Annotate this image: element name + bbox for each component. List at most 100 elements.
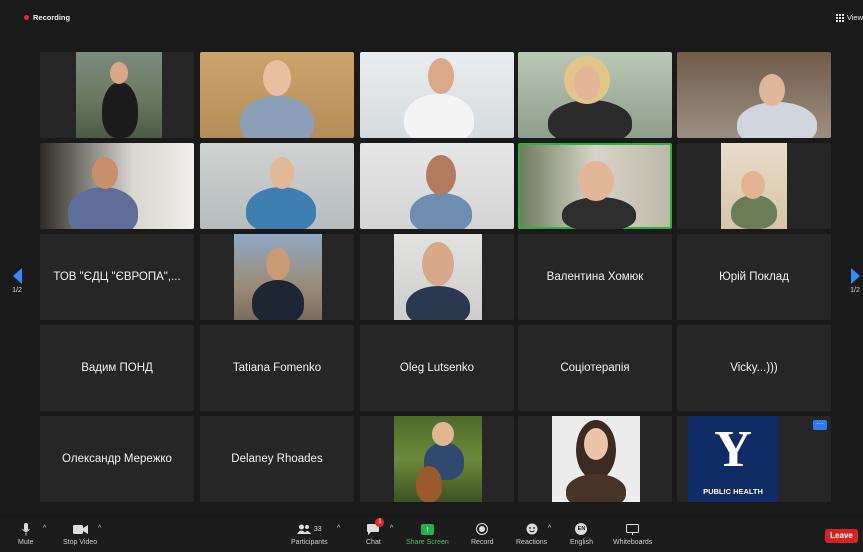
ellipsis-icon[interactable]: ··· [813, 420, 827, 430]
video-tile[interactable] [360, 234, 514, 320]
video-tile[interactable] [360, 416, 514, 502]
record-button[interactable]: Record [471, 522, 494, 546]
video-tile[interactable] [518, 416, 672, 502]
yale-y-letter: Y [714, 421, 752, 478]
english-interpretation-button[interactable]: EN English [570, 522, 593, 546]
grid-view-icon [835, 13, 844, 22]
mute-button[interactable]: Mute [18, 522, 34, 546]
video-tile[interactable] [200, 52, 354, 138]
recording-label: Recording [33, 13, 71, 22]
view-button[interactable]: View [835, 13, 863, 22]
participant-name-tile[interactable]: Oleg Lutsenko [360, 325, 514, 411]
reactions-label: Reactions [516, 539, 548, 546]
stop-video-button[interactable]: Stop Video [63, 522, 97, 546]
participant-name-tile[interactable]: Олександр Мережко [40, 416, 194, 502]
whiteboard-icon [626, 522, 640, 536]
video-tile[interactable]: Y PUBLIC HEALTH ··· [677, 416, 831, 502]
chevron-up-icon[interactable]: ^ [98, 525, 101, 532]
video-tile[interactable] [677, 143, 831, 229]
participant-name-tile[interactable]: Delaney Rhoades [200, 416, 354, 502]
participant-video [200, 143, 354, 229]
chevron-up-icon[interactable]: ^ [43, 525, 46, 532]
participant-name-tile[interactable]: Валентина Хомюк [518, 234, 672, 320]
video-tile-active-speaker[interactable] [518, 143, 672, 229]
video-tile[interactable] [40, 52, 194, 138]
whiteboards-button[interactable]: Whiteboards [613, 522, 652, 546]
video-tile[interactable] [518, 52, 672, 138]
video-tile[interactable] [200, 234, 354, 320]
video-tile[interactable] [677, 52, 831, 138]
language-icon: EN [575, 522, 588, 536]
record-icon [476, 522, 489, 536]
participants-label: Participants [291, 539, 328, 546]
meeting-toolbar: Mute ^ Stop Video ^ 33 Participants ^ 1 … [0, 518, 863, 552]
smiley-icon [526, 522, 538, 536]
previous-page-button[interactable]: 1/2 [6, 254, 28, 308]
page-indicator-right: 1/2 [850, 287, 860, 294]
participant-video [518, 52, 672, 138]
participant-video [520, 145, 670, 229]
yale-caption: PUBLIC HEALTH [703, 487, 763, 496]
chevron-right-icon [850, 268, 860, 284]
chevron-up-icon[interactable]: ^ [337, 525, 340, 532]
participant-video [40, 143, 194, 229]
video-tile[interactable] [360, 52, 514, 138]
participant-photo [394, 416, 482, 502]
share-screen-icon: ↑ [420, 522, 434, 536]
stop-video-label: Stop Video [63, 539, 98, 546]
participant-name-tile[interactable]: ТОВ "ЄДЦ "ЄВРОПА",... [40, 234, 194, 320]
chevron-up-icon[interactable]: ^ [548, 525, 551, 532]
share-screen-button[interactable]: ↑ Share Screen [406, 522, 449, 546]
video-tile[interactable] [40, 143, 194, 229]
participant-photo [394, 234, 482, 320]
whiteboards-label: Whiteboards [613, 539, 653, 546]
leave-button[interactable]: Leave [825, 529, 858, 543]
participant-name: Вадим ПОНД [81, 362, 153, 374]
microphone-icon [21, 522, 30, 536]
recording-indicator[interactable]: Recording [24, 13, 70, 22]
video-tile[interactable] [360, 143, 514, 229]
participants-count: 33 [313, 525, 322, 533]
participant-name: Валентина Хомюк [546, 271, 644, 283]
participant-video [721, 143, 787, 229]
chat-icon: 1 [367, 518, 385, 536]
participant-name: Tatiana Fomenko [232, 362, 322, 374]
participant-name: ТОВ "ЄДЦ "ЄВРОПА",... [53, 271, 181, 283]
page-indicator-left: 1/2 [12, 287, 22, 294]
participant-video [360, 143, 514, 229]
participant-name-tile[interactable]: Юрій Поклад [677, 234, 831, 320]
participant-name: Олександр Мережко [62, 453, 172, 465]
participant-video [677, 52, 831, 138]
chat-unread-badge: 1 [375, 518, 385, 527]
participant-name: Юрій Поклад [719, 271, 789, 283]
yale-public-health-logo: Y PUBLIC HEALTH [688, 416, 778, 502]
participant-video [360, 52, 514, 138]
participant-name: Oleg Lutsenko [399, 362, 475, 374]
english-label: English [570, 539, 593, 546]
participant-name-tile[interactable]: Вадим ПОНД [40, 325, 194, 411]
participant-name-tile[interactable]: Vicky...))) [677, 325, 831, 411]
participant-photo [234, 234, 322, 320]
chat-label: Chat [366, 539, 381, 546]
recording-dot-icon [24, 15, 29, 20]
participant-name: Delaney Rhoades [231, 453, 323, 465]
chevron-up-icon[interactable]: ^ [390, 525, 393, 532]
participants-button[interactable]: 33 Participants [291, 522, 328, 546]
participant-video [76, 52, 162, 138]
participant-name: Соціотерапія [560, 362, 630, 374]
mute-label: Mute [18, 539, 34, 546]
participant-video [200, 52, 354, 138]
view-label: View [846, 13, 863, 22]
participant-name-tile[interactable]: Tatiana Fomenko [200, 325, 354, 411]
participants-icon: 33 [296, 522, 322, 536]
meeting-topbar: Recording View [0, 0, 863, 26]
english-icon-label: EN [575, 523, 588, 535]
chat-button[interactable]: 1 Chat [366, 518, 385, 546]
next-page-button[interactable]: 1/2 [844, 254, 863, 308]
video-tile[interactable] [200, 143, 354, 229]
participant-name-tile[interactable]: Соціотерапія [518, 325, 672, 411]
share-screen-label: Share Screen [406, 539, 449, 546]
reactions-button[interactable]: Reactions [516, 522, 547, 546]
chevron-left-icon [12, 268, 22, 284]
video-gallery: ТОВ "ЄДЦ "ЄВРОПА",... Валентина Хомюк Юр… [40, 52, 835, 504]
